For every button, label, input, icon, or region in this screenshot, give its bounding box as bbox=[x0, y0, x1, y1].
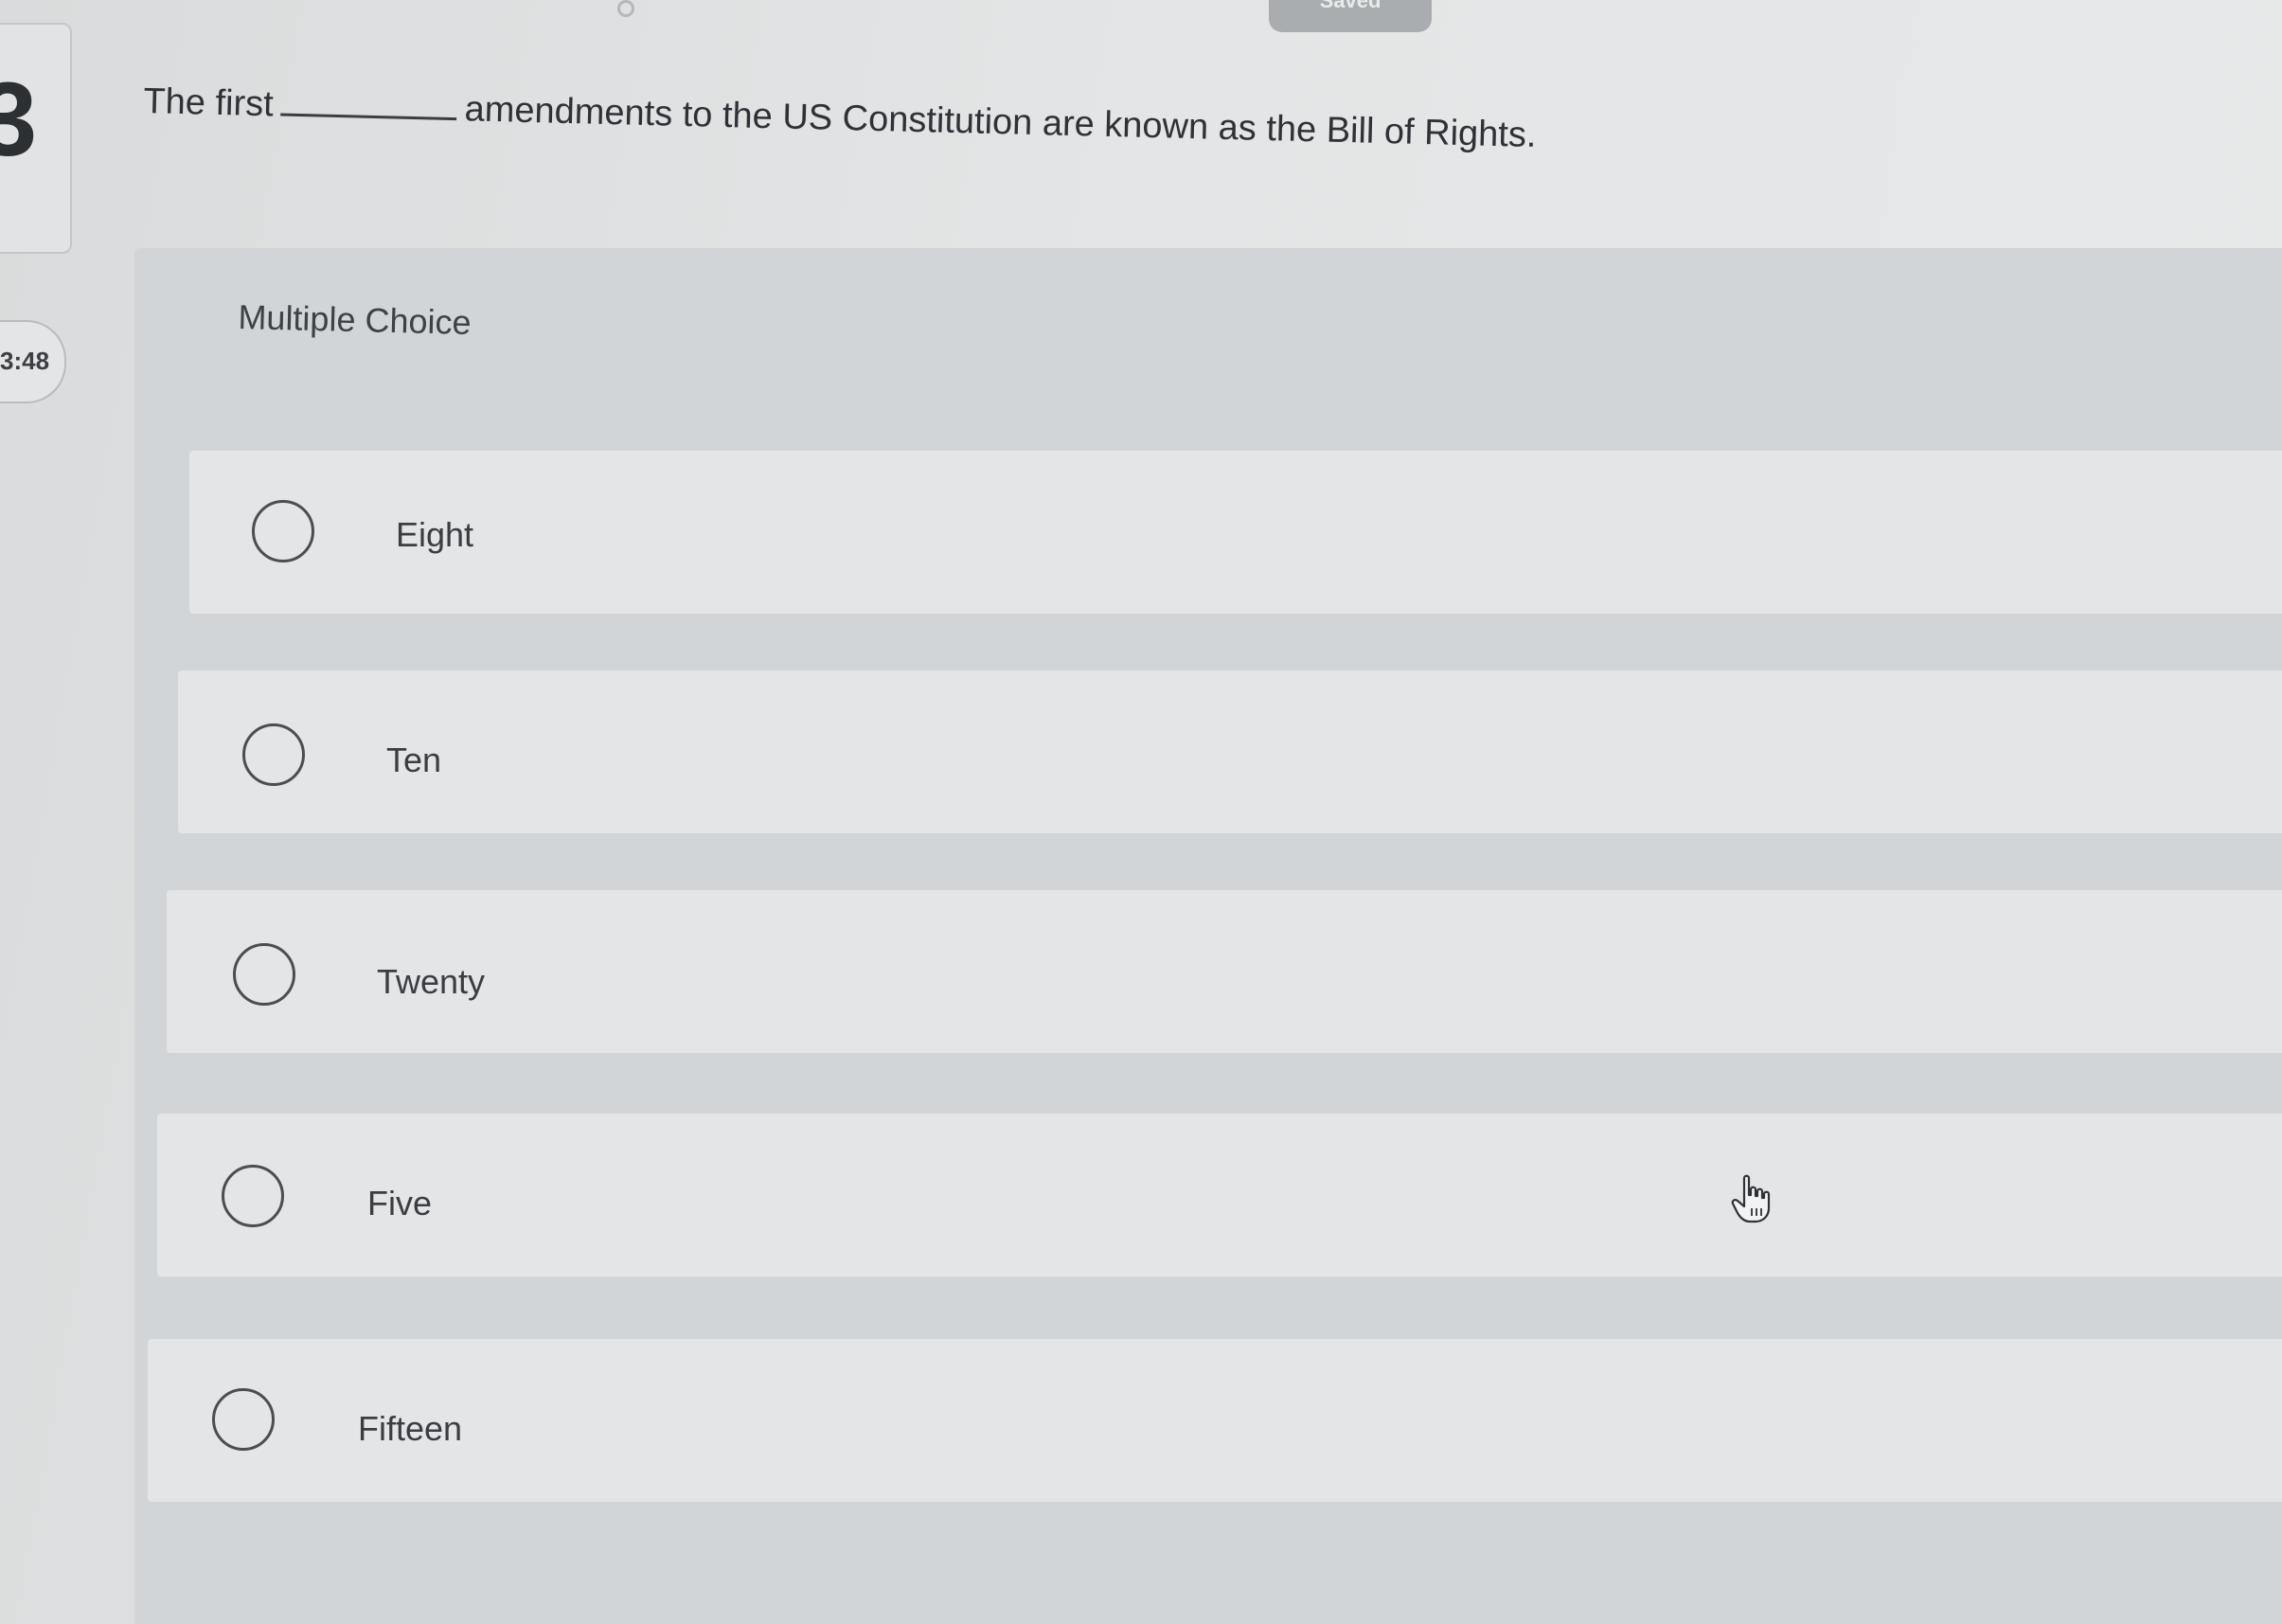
radio-unchecked-icon[interactable] bbox=[222, 1165, 284, 1227]
answer-option-twenty[interactable]: Twenty bbox=[167, 890, 2282, 1053]
hand-pointer-icon bbox=[1731, 1174, 1771, 1223]
answer-option-fifteen[interactable]: Fifteen bbox=[148, 1339, 2282, 1502]
timer-text: 3:48 bbox=[0, 347, 50, 375]
top-indicator-icon bbox=[617, 0, 634, 17]
question-prefix: The first bbox=[142, 81, 275, 125]
answer-option-five[interactable]: Five bbox=[157, 1114, 2282, 1276]
question-number: 3 bbox=[0, 62, 38, 178]
saved-status-badge: Saved bbox=[1269, 0, 1432, 32]
radio-unchecked-icon[interactable] bbox=[233, 943, 295, 1006]
answer-option-label: Fifteen bbox=[358, 1409, 463, 1448]
radio-unchecked-icon[interactable] bbox=[212, 1388, 275, 1451]
answer-option-eight[interactable]: Eight bbox=[189, 451, 2282, 614]
question-blank bbox=[280, 88, 458, 121]
answer-option-label: Twenty bbox=[377, 962, 486, 1001]
answer-option-label: Eight bbox=[396, 515, 474, 554]
radio-unchecked-icon[interactable] bbox=[242, 723, 305, 786]
question-suffix: amendments to the US Constitution are kn… bbox=[464, 89, 1537, 155]
answer-option-ten[interactable]: Ten bbox=[178, 670, 2282, 833]
answer-option-label: Ten bbox=[386, 741, 442, 779]
answer-panel-heading: Multiple Choice bbox=[237, 297, 472, 343]
quiz-screen: Saved 3 3:48 The first amendments to the … bbox=[0, 0, 2282, 1624]
radio-unchecked-icon[interactable] bbox=[252, 500, 314, 562]
answer-option-label: Five bbox=[367, 1184, 433, 1222]
question-text: The first amendments to the US Constituti… bbox=[143, 81, 1537, 156]
